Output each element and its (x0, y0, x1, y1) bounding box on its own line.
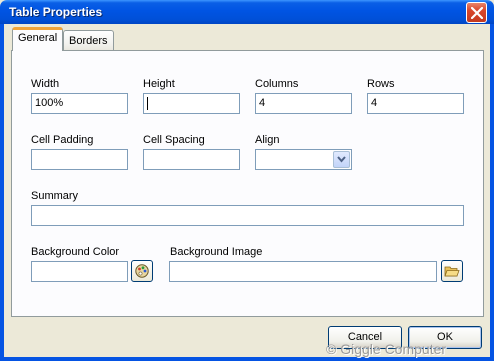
close-button[interactable] (466, 2, 487, 23)
rows-value: 4 (371, 97, 378, 109)
cell-padding-label: Cell Padding (31, 134, 94, 146)
folder-open-icon (444, 266, 460, 277)
columns-value: 4 (259, 97, 266, 109)
watermark: © Giggle Computer (326, 341, 447, 357)
window-frame-right (490, 24, 494, 361)
columns-field[interactable]: 4 (255, 93, 352, 114)
text-cursor (147, 97, 148, 110)
align-dropdown-button[interactable] (333, 151, 350, 168)
color-palette-icon (135, 264, 149, 278)
color-picker-button[interactable] (131, 260, 153, 282)
height-label: Height (143, 78, 175, 90)
cell-spacing-field[interactable] (143, 149, 240, 170)
width-label: Width (31, 78, 60, 90)
background-color-field[interactable] (31, 261, 128, 282)
width-field[interactable]: 100% (31, 93, 128, 114)
window-title: Table Properties (9, 5, 103, 19)
browse-image-button[interactable] (441, 260, 463, 282)
background-color-label: Background Color (31, 246, 120, 258)
chevron-down-icon (337, 156, 346, 163)
summary-label: Summary (31, 190, 79, 202)
window-frame-bottom (0, 357, 494, 361)
tab-borders[interactable]: Borders (63, 30, 114, 51)
background-image-field[interactable] (169, 261, 437, 282)
background-image-label: Background Image (170, 246, 263, 258)
tab-general-label: General (18, 32, 58, 44)
title-bar[interactable]: Table Properties (0, 0, 494, 24)
tab-borders-label: Borders (69, 35, 108, 47)
tab-general[interactable]: General (12, 27, 64, 51)
columns-label: Columns (255, 78, 299, 90)
cell-spacing-label: Cell Spacing (143, 134, 205, 146)
rows-label: Rows (367, 78, 395, 90)
align-label: Align (255, 134, 280, 146)
width-value: 100% (35, 97, 64, 109)
height-field[interactable] (143, 93, 240, 114)
close-icon (471, 7, 483, 19)
rows-field[interactable]: 4 (367, 93, 464, 114)
window-frame-left (0, 24, 4, 361)
cell-padding-field[interactable] (31, 149, 128, 170)
summary-field[interactable] (31, 205, 464, 226)
